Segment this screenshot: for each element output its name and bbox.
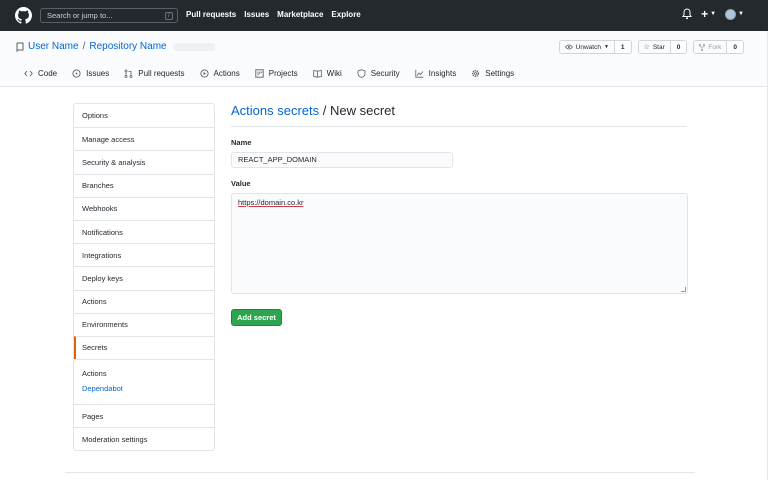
sidebar-item-actions[interactable]: Actions <box>74 289 214 313</box>
tab-label: Security <box>370 69 400 78</box>
resize-handle-icon[interactable] <box>681 287 686 292</box>
sidebar-item-manage-access[interactable]: Manage access <box>74 127 214 150</box>
plus-icon: + <box>701 7 709 21</box>
repo-actions: Unwatch ▼ 1 ☆ Star 0 Fork 0 <box>558 40 744 54</box>
sidebar-item-notifications[interactable]: Notifications <box>74 219 214 243</box>
star-icon: ☆ <box>643 44 650 51</box>
tab-label: Settings <box>485 69 515 78</box>
tab-code[interactable]: Code <box>24 69 57 78</box>
unwatch-button[interactable]: Unwatch ▼ <box>559 41 614 53</box>
tab-label: Insights <box>428 69 457 78</box>
add-secret-button[interactable]: Add secret <box>231 309 282 326</box>
project-icon <box>255 69 264 78</box>
repo-owner-link[interactable]: User Name <box>28 41 79 52</box>
global-search-input[interactable]: Search or jump to... / <box>40 8 178 23</box>
pull-request-icon <box>124 69 133 78</box>
star-button[interactable]: ☆ Star <box>638 41 670 53</box>
issue-icon <box>72 69 81 78</box>
sidebar-item-pages[interactable]: Pages <box>74 404 214 427</box>
tab-insights[interactable]: Insights <box>415 69 457 78</box>
secret-value-text: https://domain.co.kr <box>238 198 304 207</box>
secrets-subnav: Actions Dependabot <box>74 359 214 404</box>
tab-label: Actions <box>213 69 240 78</box>
tab-issues[interactable]: Issues <box>72 69 109 78</box>
graph-icon <box>415 69 423 78</box>
subnav-item-actions[interactable]: Actions <box>82 369 206 384</box>
repository-header: User Name / Repository Name Unwatch ▼ 1 … <box>0 31 768 87</box>
chevron-down-icon: ▼ <box>710 11 717 17</box>
chevron-down-icon: ▼ <box>738 11 744 17</box>
tab-label: Pull requests <box>138 69 185 78</box>
tab-wiki[interactable]: Wiki <box>312 69 342 78</box>
nav-marketplace[interactable]: Marketplace <box>277 10 323 19</box>
star-button-group: ☆ Star 0 <box>637 40 688 54</box>
sidebar-item-moderation-settings[interactable]: Moderation settings <box>74 427 214 450</box>
sidebar-item-branches[interactable]: Branches <box>74 173 214 197</box>
sidebar-item-security-analysis[interactable]: Security & analysis <box>74 150 214 173</box>
tab-settings[interactable]: Settings <box>471 69 514 78</box>
fork-label: Fork <box>708 43 722 51</box>
tab-security[interactable]: Security <box>357 69 400 78</box>
shield-icon <box>357 69 366 78</box>
repo-visibility-badge <box>172 42 215 51</box>
sidebar-item-environments[interactable]: Environments <box>74 312 214 336</box>
avatar <box>725 8 737 20</box>
footer-divider <box>65 472 695 473</box>
sidebar-item-webhooks[interactable]: Webhooks <box>74 196 214 220</box>
forks-count[interactable]: 0 <box>726 41 743 53</box>
book-icon <box>312 70 322 78</box>
repo-icon <box>16 42 24 52</box>
eye-icon <box>564 44 573 50</box>
watch-button-group: Unwatch ▼ 1 <box>558 40 632 54</box>
chevron-down-icon: ▼ <box>603 44 609 50</box>
repo-title: User Name / Repository Name <box>16 41 215 52</box>
stargazers-count[interactable]: 0 <box>669 41 687 53</box>
global-header: Search or jump to... / Pull requests Iss… <box>0 0 768 31</box>
value-label: Value <box>231 179 251 188</box>
nav-pull-requests[interactable]: Pull requests <box>186 10 236 19</box>
actions-secrets-link[interactable]: Actions secrets <box>231 103 319 118</box>
fork-icon <box>699 43 706 51</box>
tab-pull-requests[interactable]: Pull requests <box>124 69 185 78</box>
repo-name-link[interactable]: Repository Name <box>89 41 166 52</box>
gear-icon <box>472 69 480 78</box>
nav-issues[interactable]: Issues <box>244 10 269 19</box>
bell-icon[interactable] <box>682 8 693 20</box>
secret-value-textarea[interactable]: https://domain.co.kr <box>231 193 688 294</box>
new-secret-form: Actions secrets / New secret Name REACT_… <box>231 103 688 326</box>
fork-button-group: Fork 0 <box>693 40 744 54</box>
sidebar-item-options[interactable]: Options <box>74 104 214 127</box>
play-icon <box>199 69 209 78</box>
star-label: Star <box>652 43 665 51</box>
name-label: Name <box>231 138 252 147</box>
tab-projects[interactable]: Projects <box>255 69 298 78</box>
page-title-rest: / New secret <box>319 103 396 118</box>
fork-button[interactable]: Fork <box>694 41 727 53</box>
sidebar-item-integrations[interactable]: Integrations <box>74 243 214 266</box>
github-logo-icon[interactable] <box>15 7 32 24</box>
tab-label: Issues <box>86 69 110 78</box>
tab-label: Code <box>38 69 58 78</box>
header-right-controls: + ▼ ▼ <box>682 8 744 20</box>
settings-sidebar: Options Manage access Security & analysi… <box>73 103 215 452</box>
code-icon <box>24 70 33 77</box>
repo-title-separator: / <box>82 41 86 52</box>
create-new-menu[interactable]: + ▼ <box>701 8 716 20</box>
slash-shortcut-hint: / <box>165 12 173 20</box>
tab-label: Projects <box>268 69 298 78</box>
tab-actions[interactable]: Actions <box>199 69 240 78</box>
tab-label: Wiki <box>326 69 342 78</box>
secret-name-input[interactable]: REACT_APP_DOMAIN <box>231 152 453 168</box>
user-menu[interactable]: ▼ <box>725 8 744 20</box>
subnav-item-dependabot[interactable]: Dependabot <box>82 384 206 399</box>
nav-explore[interactable]: Explore <box>331 10 360 19</box>
sidebar-item-secrets[interactable]: Secrets <box>74 335 214 360</box>
repo-tabs: Code Issues Pull requests Actions Projec… <box>24 69 514 78</box>
global-nav: Pull requests Issues Marketplace Explore <box>186 10 361 19</box>
unwatch-label: Unwatch <box>575 43 601 51</box>
watchers-count[interactable]: 1 <box>613 41 631 53</box>
search-placeholder: Search or jump to... <box>47 11 113 20</box>
sidebar-item-deploy-keys[interactable]: Deploy keys <box>74 266 214 289</box>
page-title: Actions secrets / New secret <box>231 103 687 127</box>
